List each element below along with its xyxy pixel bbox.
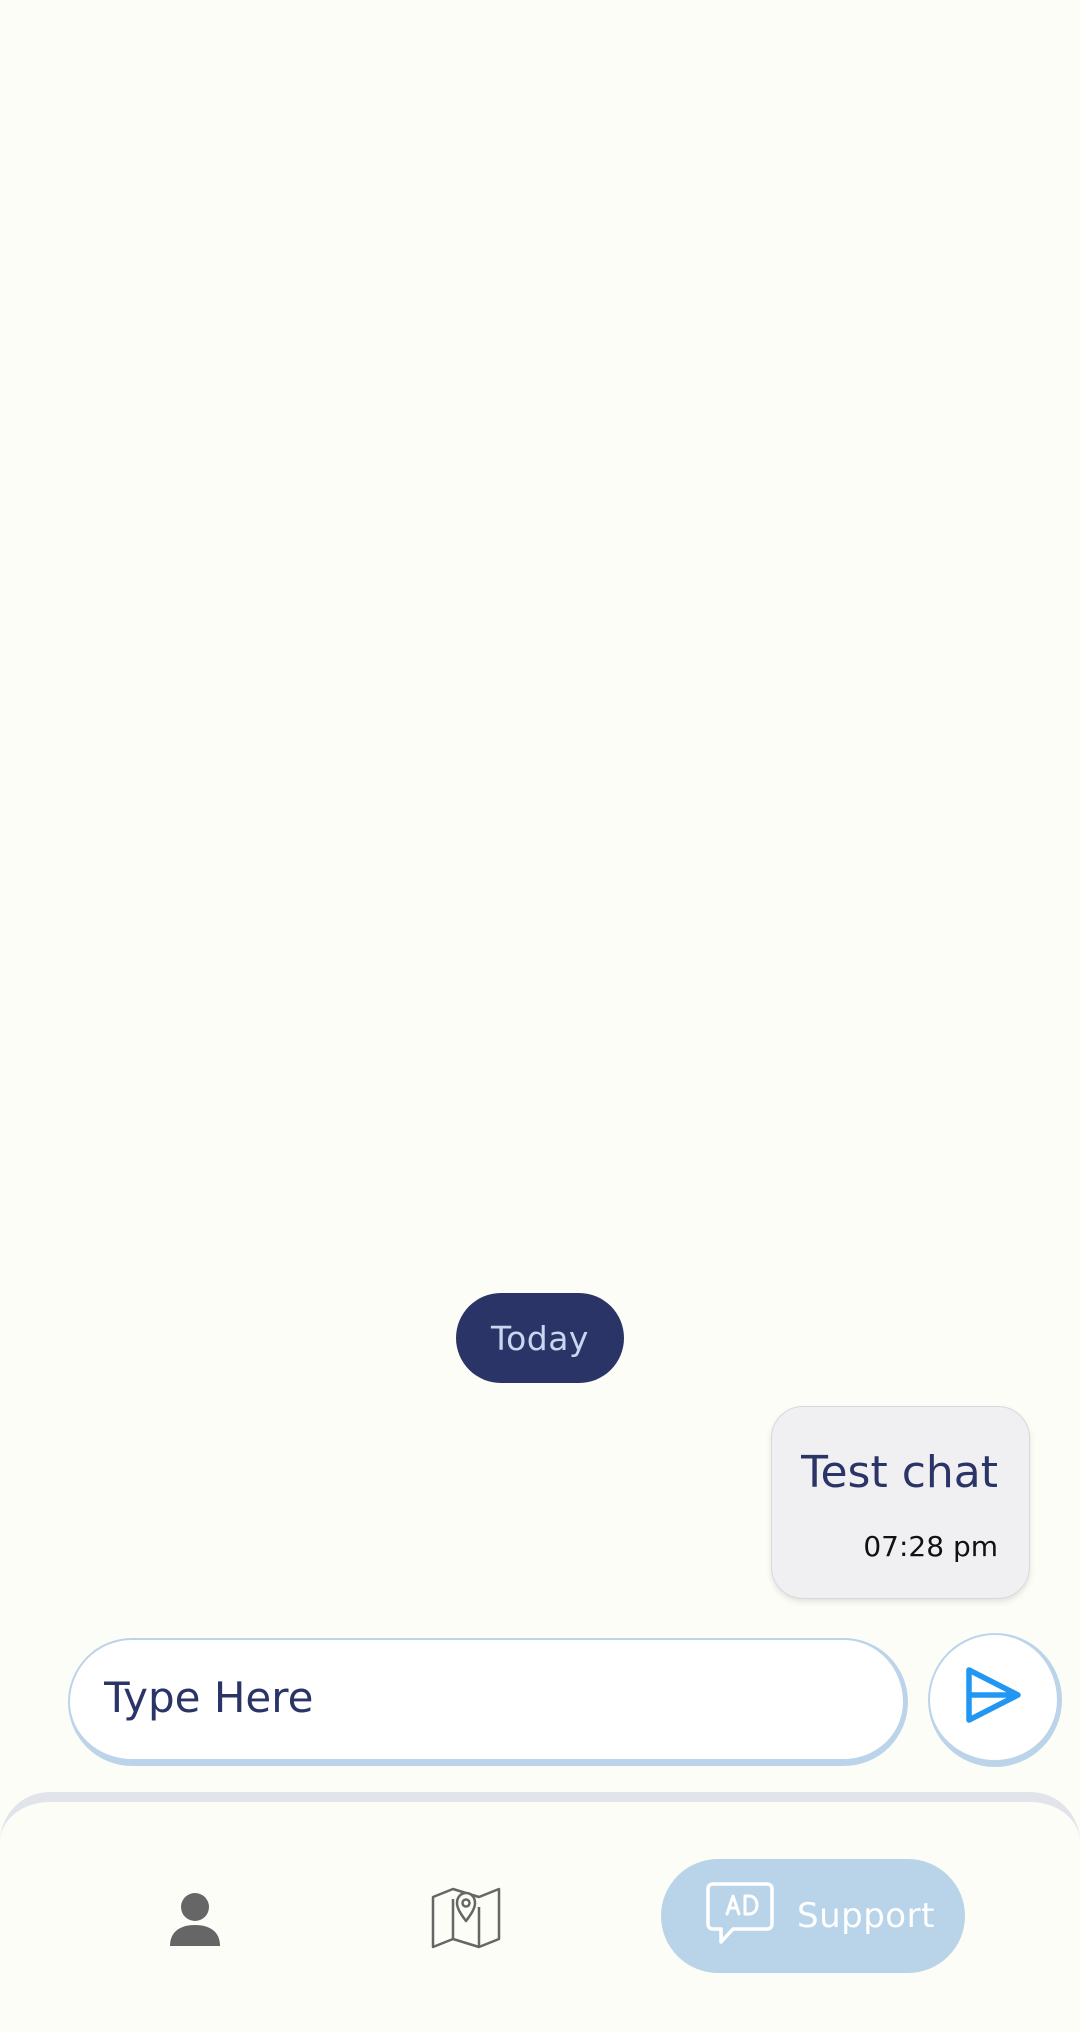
date-separator-chip: Today xyxy=(456,1293,624,1383)
message-timestamp: 07:28 pm xyxy=(863,1530,998,1563)
message-bubble-outgoing[interactable]: Test chat 07:28 pm xyxy=(771,1406,1030,1599)
nav-item-support-label: Support xyxy=(797,1896,935,1936)
nav-item-map[interactable] xyxy=(430,1882,502,1958)
support-chat-icon xyxy=(705,1880,775,1953)
person-icon xyxy=(169,1891,221,1952)
send-icon xyxy=(964,1664,1024,1731)
date-separator-label: Today xyxy=(491,1318,589,1358)
nav-item-profile[interactable] xyxy=(160,1886,230,1956)
bottom-navigation-bar: Support xyxy=(0,1792,1080,2032)
message-text: Test chat xyxy=(801,1447,998,1498)
message-composer xyxy=(68,1638,908,1766)
nav-item-support[interactable]: Support xyxy=(661,1859,965,1973)
chat-message-area[interactable]: Today Test chat 07:28 pm xyxy=(0,0,1080,1790)
send-button[interactable] xyxy=(928,1633,1062,1767)
message-input[interactable] xyxy=(102,1658,846,1736)
map-pin-icon xyxy=(431,1885,501,1956)
